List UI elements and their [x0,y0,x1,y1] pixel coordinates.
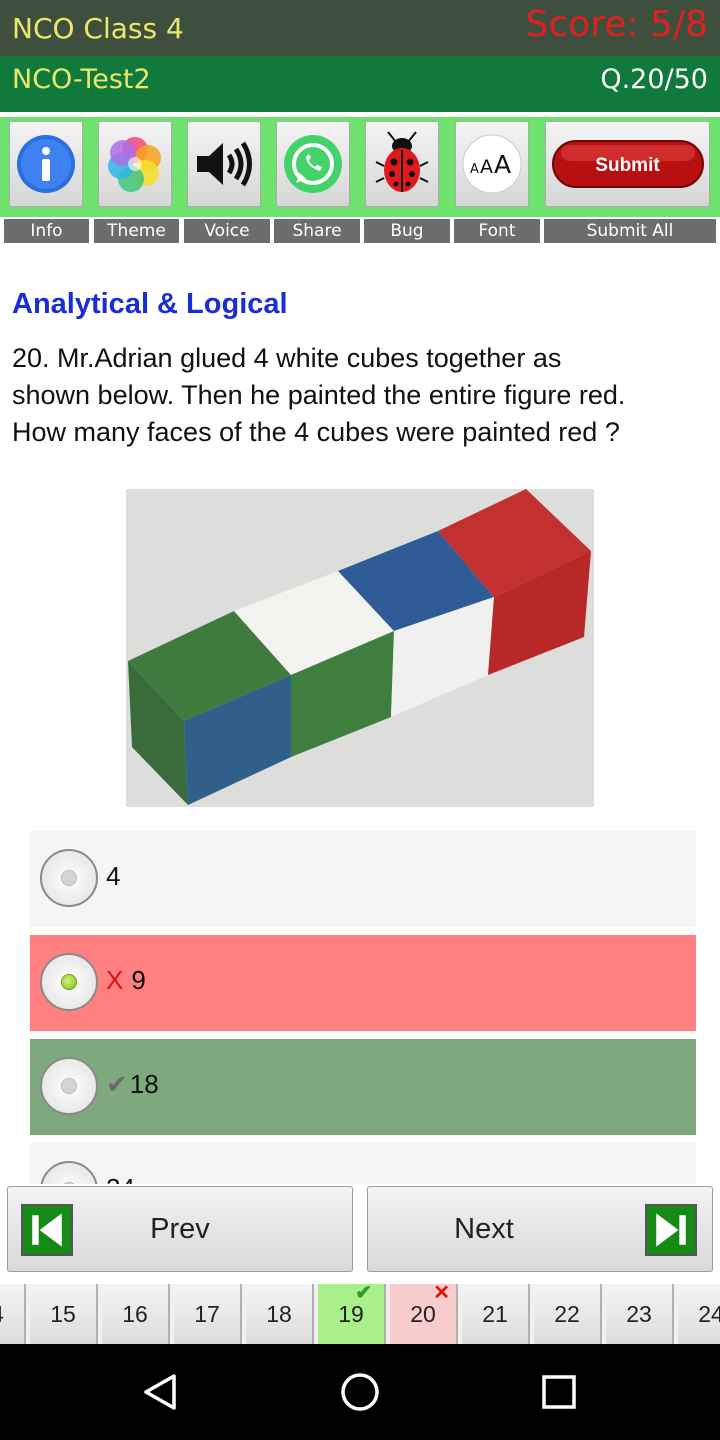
app-title: NCO Class 4 [12,12,184,45]
question-number-button[interactable]: 15 [30,1284,98,1344]
navigation-bar: Prev Next [0,1184,720,1284]
next-label: Next [454,1213,514,1245]
svg-text:A: A [470,162,479,177]
option-3[interactable]: ✔18 [30,1039,696,1135]
test-name: NCO-Test2 [12,64,151,95]
toolbar: A A A Submit [0,117,720,217]
question-image [126,489,594,807]
font-size-icon: A A A [462,134,522,194]
theme-icon [108,137,161,192]
home-icon[interactable] [340,1372,380,1412]
question-number-button[interactable]: 14 [0,1284,26,1344]
option-3-text: ✔18 [106,1069,159,1099]
question-category: Analytical & Logical [12,288,288,320]
question-number-button[interactable]: ✔ 19 [318,1284,386,1344]
prev-label: Prev [150,1213,210,1245]
system-navigation-bar [0,1344,720,1440]
title-bar: NCO Class 4 Score: 5/8 [0,0,720,56]
wrong-mark-icon: X [106,965,124,995]
share-label[interactable]: Share [274,219,360,243]
score-display: Score: 5/8 [525,4,708,45]
question-number-button[interactable]: 16 [102,1284,170,1344]
bug-button[interactable] [365,121,439,207]
question-number-button[interactable]: 23 [606,1284,674,1344]
option-2-radio[interactable] [40,953,98,1011]
option-1-radio[interactable] [40,849,98,907]
question-number-button[interactable]: ✕ 20 [390,1284,458,1344]
option-4[interactable]: 24 [30,1143,696,1184]
info-button[interactable] [9,121,83,207]
question-number-button[interactable]: 17 [174,1284,242,1344]
option-1-text: 4 [106,861,121,891]
question-number-button[interactable]: 22 [534,1284,602,1344]
theme-button[interactable] [98,121,172,207]
option-4-text: 24 [106,1173,135,1184]
question-number-strip[interactable]: 14 15 16 17 18 ✔ 19 ✕ 20 21 22 23 24 [0,1284,720,1344]
voice-label[interactable]: Voice [184,219,270,243]
back-icon[interactable] [140,1372,180,1412]
font-label[interactable]: Font [454,219,540,243]
cubes-illustration [126,489,594,807]
submit-image-text: Submit [595,155,660,176]
wrong-badge-icon: ✕ [433,1284,450,1304]
speaker-icon [197,141,252,187]
info-label[interactable]: Info [4,219,89,243]
test-bar: NCO-Test2 Q.20/50 [0,56,720,112]
bug-label[interactable]: Bug [364,219,450,243]
submit-all-label[interactable]: Submit All [544,219,716,243]
next-button[interactable]: Next [367,1186,713,1272]
ladybug-icon [375,131,429,192]
correct-check-icon: ✔ [106,1069,128,1099]
recents-icon[interactable] [541,1374,577,1410]
question-number-button[interactable]: 18 [246,1284,314,1344]
prev-button[interactable]: Prev [7,1186,353,1272]
last-question-icon [645,1204,697,1256]
voice-button[interactable] [187,121,261,207]
share-button[interactable] [276,121,350,207]
question-number-button[interactable]: 24 [678,1284,720,1344]
question-text: 20. Mr.Adrian glued 4 white cubes togeth… [12,343,626,447]
question-counter: Q.20/50 [600,64,708,95]
whatsapp-icon [284,135,342,193]
info-icon [17,135,75,193]
theme-label[interactable]: Theme [94,219,179,243]
correct-badge-icon: ✔ [355,1284,372,1304]
svg-text:A: A [494,150,511,179]
option-1[interactable]: 4 [30,831,696,927]
option-4-radio[interactable] [40,1161,98,1184]
svg-text:A: A [480,156,493,178]
option-2[interactable]: X9 [30,935,696,1031]
option-3-radio[interactable] [40,1057,98,1115]
font-button[interactable]: A A A [455,121,529,207]
question-number-button[interactable]: 21 [462,1284,530,1344]
option-2-text: X9 [106,965,146,995]
